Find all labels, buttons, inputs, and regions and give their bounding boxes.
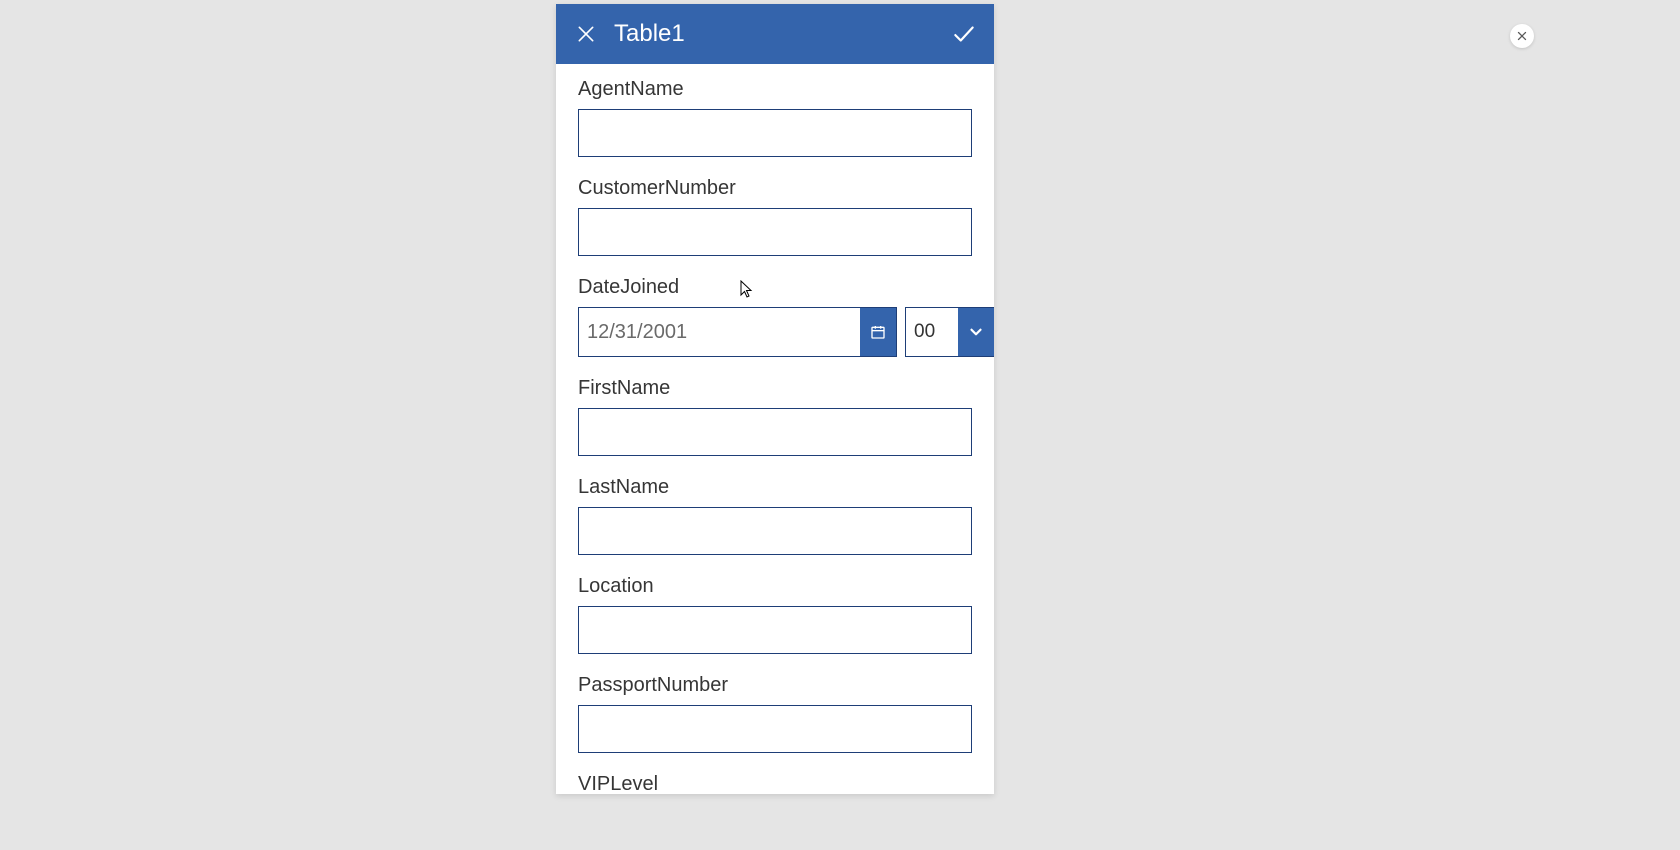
input-lastname[interactable] (578, 507, 972, 555)
edit-form: Table1 AgentName CustomerNumber DateJoin… (556, 4, 994, 794)
input-passportnumber[interactable] (578, 705, 972, 753)
field-customernumber: CustomerNumber (578, 177, 972, 256)
form-body: AgentName CustomerNumber DateJoined 00 (556, 64, 994, 794)
input-customernumber[interactable] (578, 208, 972, 256)
date-input-container (578, 307, 897, 357)
close-icon (576, 24, 596, 44)
date-picker-button[interactable] (860, 308, 896, 356)
cancel-button[interactable] (570, 18, 602, 50)
input-firstname[interactable] (578, 408, 972, 456)
checkmark-icon (951, 21, 977, 47)
label-viplevel: VIPLevel (578, 773, 972, 794)
calendar-icon (870, 324, 886, 340)
submit-button[interactable] (948, 18, 980, 50)
datejoined-row: 00 : 00 (578, 307, 972, 357)
field-passportnumber: PassportNumber (578, 674, 972, 753)
label-firstname: FirstName (578, 377, 972, 400)
label-passportnumber: PassportNumber (578, 674, 972, 697)
date-input[interactable] (579, 308, 860, 356)
label-customernumber: CustomerNumber (578, 177, 972, 200)
dialog-close-button[interactable] (1510, 24, 1534, 48)
field-firstname: FirstName (578, 377, 972, 456)
form-header: Table1 (556, 4, 994, 64)
input-agentname[interactable] (578, 109, 972, 157)
hour-dropdown-button[interactable] (958, 308, 994, 356)
form-title: Table1 (614, 20, 948, 48)
hour-select[interactable]: 00 (905, 307, 994, 357)
close-icon (1516, 30, 1528, 42)
hour-value: 00 (906, 308, 958, 356)
field-location: Location (578, 575, 972, 654)
field-lastname: LastName (578, 476, 972, 555)
field-viplevel: VIPLevel (578, 773, 972, 794)
input-location[interactable] (578, 606, 972, 654)
label-lastname: LastName (578, 476, 972, 499)
label-location: Location (578, 575, 972, 598)
field-datejoined: DateJoined 00 : 00 (578, 276, 972, 357)
label-agentname: AgentName (578, 78, 972, 101)
chevron-down-icon (967, 323, 985, 341)
label-datejoined: DateJoined (578, 276, 972, 299)
field-agentname: AgentName (578, 78, 972, 157)
